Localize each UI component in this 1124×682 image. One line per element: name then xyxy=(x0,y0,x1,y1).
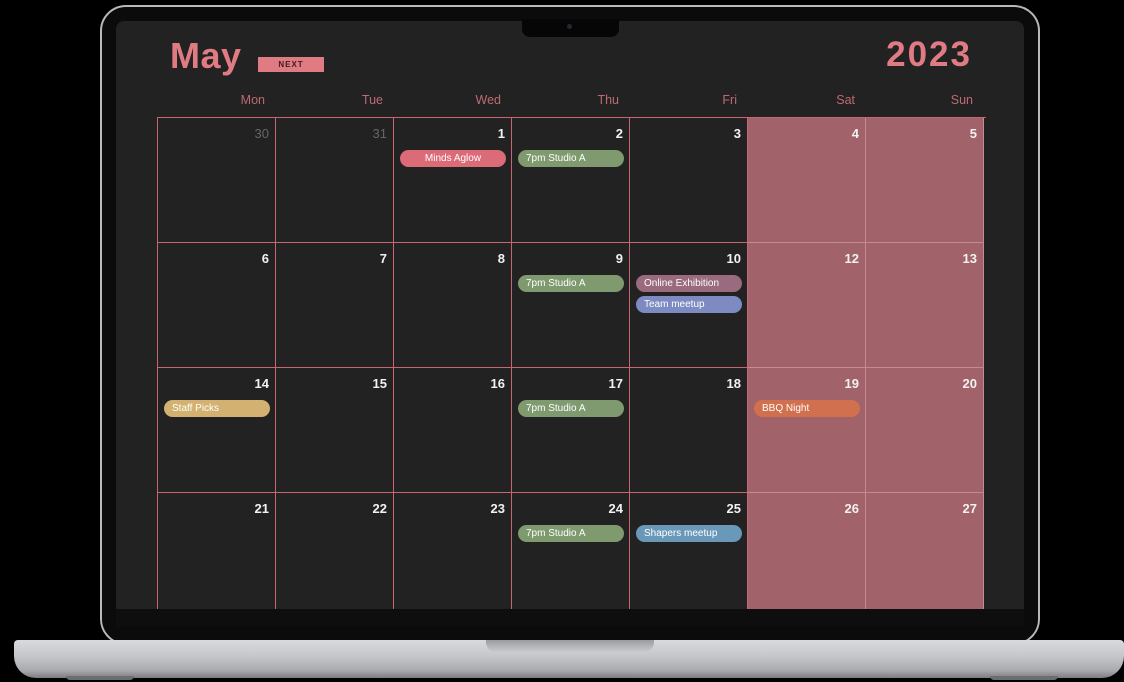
day-number: 25 xyxy=(726,501,741,516)
weekday-wed: Wed xyxy=(475,93,501,107)
day-cell[interactable]: 21 xyxy=(158,493,276,609)
day-number: 24 xyxy=(608,501,623,516)
day-cell[interactable]: 12 xyxy=(748,243,866,368)
day-number: 26 xyxy=(844,501,859,516)
day-cell[interactable]: 2 7pm Studio A xyxy=(512,118,630,243)
next-month-button[interactable]: NEXT xyxy=(258,57,324,72)
day-cell[interactable]: 1 Minds Aglow xyxy=(394,118,512,243)
day-cell[interactable]: 16 xyxy=(394,368,512,493)
day-number: 27 xyxy=(962,501,977,516)
day-number: 18 xyxy=(726,376,741,391)
day-number: 5 xyxy=(969,126,977,141)
day-cell[interactable]: 27 xyxy=(866,493,984,609)
weekday-tue: Tue xyxy=(361,93,383,107)
day-number: 6 xyxy=(261,251,269,266)
day-number: 31 xyxy=(372,126,387,141)
screen-bezel-bottom xyxy=(116,609,1024,626)
day-cell[interactable]: 30 xyxy=(158,118,276,243)
day-number: 12 xyxy=(844,251,859,266)
day-cell[interactable]: 13 xyxy=(866,243,984,368)
event-pill[interactable]: Staff Picks xyxy=(164,400,270,417)
day-number: 4 xyxy=(851,126,859,141)
day-cell[interactable]: 6 xyxy=(158,243,276,368)
day-number: 9 xyxy=(615,251,623,266)
day-cell[interactable]: 25 Shapers meetup xyxy=(630,493,748,609)
day-number: 13 xyxy=(962,251,977,266)
event-pill[interactable]: 7pm Studio A xyxy=(518,275,624,292)
day-number: 19 xyxy=(844,376,859,391)
weekday-mon: Mon xyxy=(240,93,265,107)
day-cell[interactable]: 23 xyxy=(394,493,512,609)
weekday-header: Mon Tue Wed Thu Fri Sat Sun xyxy=(157,93,985,109)
day-cell[interactable]: 20 xyxy=(866,368,984,493)
day-number: 16 xyxy=(490,376,505,391)
day-cell[interactable]: 10 Online Exhibition Team meetup xyxy=(630,243,748,368)
event-pill[interactable]: Minds Aglow xyxy=(400,150,506,167)
day-number: 21 xyxy=(254,501,269,516)
day-number: 2 xyxy=(615,126,623,141)
day-cell[interactable]: 31 xyxy=(276,118,394,243)
event-pill[interactable]: Team meetup xyxy=(636,296,742,313)
day-number: 10 xyxy=(726,251,741,266)
day-cell[interactable]: 4 xyxy=(748,118,866,243)
event-pill[interactable]: BBQ Night xyxy=(754,400,860,417)
day-cell[interactable]: 5 xyxy=(866,118,984,243)
laptop-foot-right xyxy=(990,676,1058,680)
event-pill[interactable]: Online Exhibition xyxy=(636,275,742,292)
day-number: 7 xyxy=(379,251,387,266)
calendar-grid: 30 31 1 Minds Aglow 2 7pm Studio A 3 4 5 6 7 8 9 7pm … xyxy=(157,117,986,609)
day-cell[interactable]: 22 xyxy=(276,493,394,609)
day-cell[interactable]: 7 xyxy=(276,243,394,368)
calendar-screen: May NEXT 2023 Mon Tue Wed Thu Fri Sat Su… xyxy=(116,21,1024,609)
day-cell[interactable]: 9 7pm Studio A xyxy=(512,243,630,368)
day-number: 20 xyxy=(962,376,977,391)
weekday-sat: Sat xyxy=(836,93,855,107)
day-cell[interactable]: 26 xyxy=(748,493,866,609)
weekday-fri: Fri xyxy=(722,93,737,107)
day-number: 22 xyxy=(372,501,387,516)
day-cell[interactable]: 18 xyxy=(630,368,748,493)
day-number: 3 xyxy=(733,126,741,141)
day-cell[interactable]: 15 xyxy=(276,368,394,493)
day-cell[interactable]: 14 Staff Picks xyxy=(158,368,276,493)
camera-notch xyxy=(522,19,619,37)
day-number: 8 xyxy=(497,251,505,266)
day-number: 15 xyxy=(372,376,387,391)
weekday-sun: Sun xyxy=(950,93,973,107)
event-pill[interactable]: 7pm Studio A xyxy=(518,150,624,167)
laptop-foot-left xyxy=(66,676,134,680)
day-number: 23 xyxy=(490,501,505,516)
day-number: 14 xyxy=(254,376,269,391)
year-title: 2023 xyxy=(886,35,972,74)
lid-opening-groove xyxy=(486,640,654,652)
day-cell[interactable]: 24 7pm Studio A xyxy=(512,493,630,609)
event-pill[interactable]: 7pm Studio A xyxy=(518,525,624,542)
day-number: 1 xyxy=(497,126,505,141)
day-cell[interactable]: 17 7pm Studio A xyxy=(512,368,630,493)
day-number: 30 xyxy=(254,126,269,141)
day-cell[interactable]: 19 BBQ Night xyxy=(748,368,866,493)
weekday-thu: Thu xyxy=(597,93,619,107)
camera-icon xyxy=(567,24,572,29)
day-number: 17 xyxy=(608,376,623,391)
day-cell[interactable]: 3 xyxy=(630,118,748,243)
event-pill[interactable]: Shapers meetup xyxy=(636,525,742,542)
day-cell[interactable]: 8 xyxy=(394,243,512,368)
event-pill[interactable]: 7pm Studio A xyxy=(518,400,624,417)
month-title: May xyxy=(170,35,242,76)
